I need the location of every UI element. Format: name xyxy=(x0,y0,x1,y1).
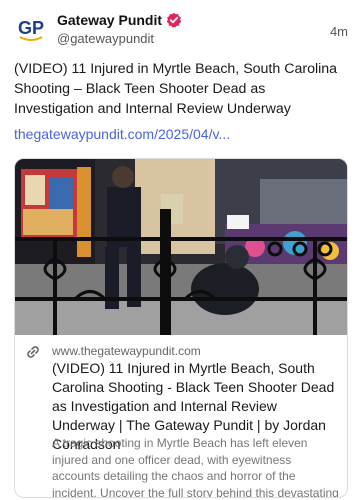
card-image[interactable] xyxy=(15,159,347,335)
name-row: Gateway Pundit xyxy=(57,12,182,28)
avatar[interactable]: GP xyxy=(14,10,48,44)
author-handle[interactable]: @gatewaypundit xyxy=(57,31,182,46)
post-text: (VIDEO) 11 Injured in Myrtle Beach, Sout… xyxy=(14,61,338,117)
card-description: A tragic shooting in Myrtle Beach has le… xyxy=(52,436,339,498)
link-preview-card[interactable]: www.thegatewaypundit.com (VIDEO) 11 Inju… xyxy=(14,158,348,498)
author-block: Gateway Pundit @gatewaypundit xyxy=(57,12,182,46)
post-timestamp[interactable]: 4m xyxy=(330,24,348,39)
avatar-logo: GP xyxy=(14,10,48,44)
card-domain: www.thegatewaypundit.com xyxy=(52,344,201,358)
avatar-text: GP xyxy=(18,18,44,38)
post-link[interactable]: thegatewaypundit.com/2025/04/v... xyxy=(14,126,230,142)
author-name[interactable]: Gateway Pundit xyxy=(57,12,162,28)
verified-badge-icon xyxy=(166,12,182,28)
post: GP Gateway Pundit @gatewaypundit 4m (VID… xyxy=(0,0,362,500)
post-header: GP Gateway Pundit @gatewaypundit 4m xyxy=(14,10,348,50)
link-icon xyxy=(26,345,40,359)
